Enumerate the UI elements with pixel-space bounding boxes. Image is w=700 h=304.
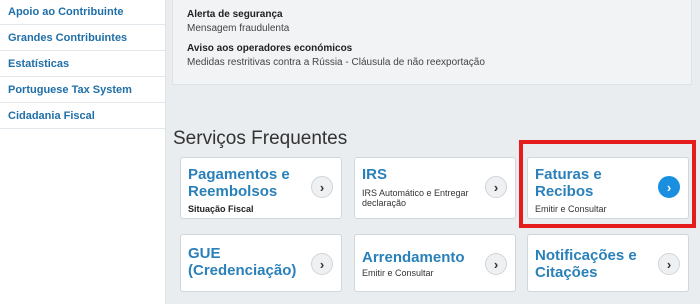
sidebar-item-portuguese-tax-system[interactable]: Portuguese Tax System bbox=[0, 77, 165, 103]
chevron-right-icon[interactable]: › bbox=[311, 253, 333, 275]
card-title: GUE (Credenciação) bbox=[188, 245, 297, 279]
card-subtitle: Situação Fiscal bbox=[188, 204, 254, 214]
service-card-irs[interactable]: IRS IRS Automático e Entregar declaração… bbox=[354, 157, 516, 219]
sidebar-item-estatisticas[interactable]: Estatísticas bbox=[0, 51, 165, 77]
card-title: Arrendamento bbox=[362, 249, 465, 266]
card-subtitle: Emitir e Consultar bbox=[535, 204, 607, 214]
sidebar: Apoio ao Contribuinte Grandes Contribuin… bbox=[0, 0, 166, 304]
chevron-right-icon[interactable]: › bbox=[311, 176, 333, 198]
chevron-right-icon[interactable]: › bbox=[485, 253, 507, 275]
alert-title: Alerta de segurança bbox=[187, 9, 283, 20]
card-subtitle: IRS Automático e Entregar declaração bbox=[362, 188, 469, 208]
chevron-right-icon[interactable]: › bbox=[658, 253, 680, 275]
sidebar-item-label: Portuguese Tax System bbox=[8, 83, 132, 96]
service-card-notificacoes[interactable]: Notificações e Citações › bbox=[527, 234, 689, 292]
economic-operators-notice[interactable]: Aviso aos operadores económicos Medidas … bbox=[187, 43, 485, 68]
card-subtitle: Emitir e Consultar bbox=[362, 268, 434, 278]
chevron-right-icon[interactable]: › bbox=[658, 176, 680, 198]
service-card-gue[interactable]: GUE (Credenciação) › bbox=[180, 234, 342, 292]
sidebar-item-label: Grandes Contribuintes bbox=[8, 31, 128, 44]
service-card-arrendamento[interactable]: Arrendamento Emitir e Consultar › bbox=[354, 234, 516, 292]
service-card-pagamentos[interactable]: Pagamentos e Reembolsos Situação Fiscal … bbox=[180, 157, 342, 219]
alert-text[interactable]: Medidas restritivas contra a Rússia - Cl… bbox=[187, 57, 485, 68]
alert-title: Aviso aos operadores económicos bbox=[187, 43, 353, 54]
sidebar-item-grandes-contribuintes[interactable]: Grandes Contribuintes bbox=[0, 25, 165, 51]
section-title: Serviços Frequentes bbox=[173, 128, 348, 149]
alert-text[interactable]: Mensagem fraudulenta bbox=[187, 23, 289, 34]
security-alert[interactable]: Alerta de segurança Mensagem fraudulenta bbox=[187, 9, 289, 34]
sidebar-item-label: Estatísticas bbox=[8, 57, 70, 70]
card-title: Notificações e Citações bbox=[535, 247, 637, 281]
chevron-right-icon[interactable]: › bbox=[485, 176, 507, 198]
card-title: Faturas e Recibos bbox=[535, 166, 602, 200]
card-title: Pagamentos e Reembolsos bbox=[188, 166, 290, 200]
sidebar-item-label: Apoio ao Contribuinte bbox=[8, 6, 124, 18]
sidebar-item-label: Cidadania Fiscal bbox=[8, 109, 95, 122]
sidebar-item-apoio-contribuinte[interactable]: Apoio ao Contribuinte bbox=[0, 0, 165, 25]
service-card-faturas[interactable]: Faturas e Recibos Emitir e Consultar › bbox=[527, 157, 689, 219]
sidebar-item-cidadania-fiscal[interactable]: Cidadania Fiscal bbox=[0, 103, 165, 129]
card-title: IRS bbox=[362, 166, 388, 183]
alerts-panel: Alerta de segurança Mensagem fraudulenta… bbox=[172, 0, 692, 85]
